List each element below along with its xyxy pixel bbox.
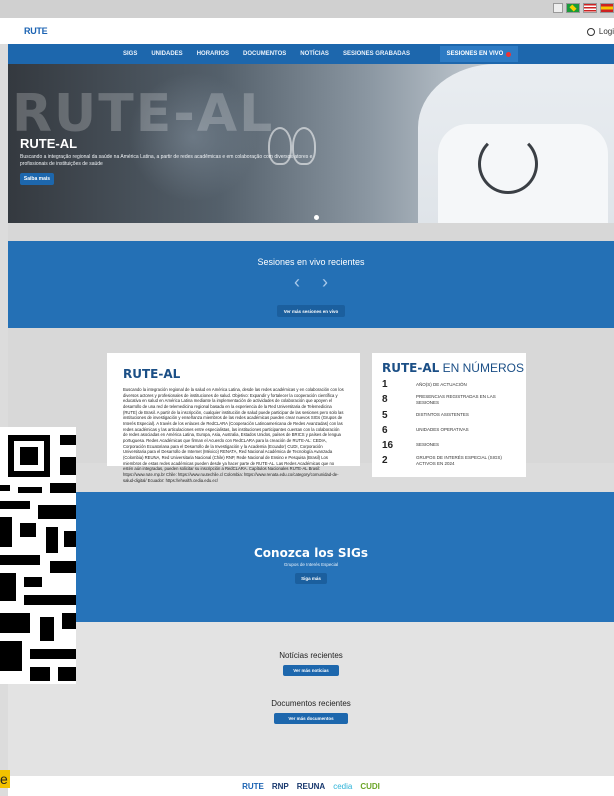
- login-link[interactable]: Logi: [586, 27, 614, 36]
- documents-section: Documentos recientes Ver más documentos: [8, 680, 614, 776]
- hero-more-button[interactable]: Saiba mais: [20, 173, 54, 185]
- user-icon: [586, 27, 595, 36]
- stat-row: 1 AÑO(S) DE ACTUACIÓN: [382, 379, 526, 390]
- login-label: Logi: [598, 27, 614, 36]
- about-card: RUTE-AL Buscando la integración regional…: [107, 353, 360, 483]
- numbers-title-rest: EN NÚMEROS: [439, 361, 524, 375]
- chevron-right-icon[interactable]: ›: [322, 273, 328, 291]
- partner-logo-reuna[interactable]: REUNA: [297, 782, 325, 791]
- stat-label: GRUPOS DE INTERÉS ESPECIAL (SIGS) ACTIVO…: [416, 454, 502, 466]
- rute-logo[interactable]: RUTE: [24, 26, 48, 36]
- chevron-left-icon[interactable]: ‹: [294, 273, 300, 291]
- hero-carousel: RUTE-AL RUTE-AL Buscando a integração re…: [8, 64, 614, 223]
- partner-logo-rnp[interactable]: RNP: [272, 782, 289, 791]
- hero-title: RUTE-AL: [20, 136, 78, 151]
- stat-row: 2 GRUPOS DE INTERÉS ESPECIAL (SIGS) ACTIV…: [382, 455, 526, 467]
- documents-title: Documentos recientes: [271, 699, 351, 708]
- hero-description: Buscando a integração regional da saúde …: [20, 154, 313, 167]
- stat-value: 8: [382, 394, 388, 406]
- spacer: [8, 223, 614, 241]
- more-news-button[interactable]: Ver más notícias: [283, 665, 339, 676]
- partner-logo-cudi[interactable]: CUDI: [360, 782, 380, 791]
- about-text: Buscando la integración regional de la s…: [123, 387, 344, 483]
- about-title: RUTE-AL: [123, 367, 181, 381]
- stat-value: 6: [382, 424, 388, 436]
- sigs-title: Conozca los SIGs: [254, 546, 368, 560]
- live-label: SESIONES EN VIVO: [446, 51, 504, 57]
- sigs-subtitle: Grupos de Interés Especial: [283, 562, 339, 567]
- nav-item-noticias[interactable]: NOTÍCIAS: [300, 51, 329, 57]
- numbers-title-bold: RUTE-AL: [382, 361, 440, 375]
- stat-row: 6 UNIDADES OPERATIVAS: [382, 425, 526, 436]
- numbers-title: RUTE-AL EN NÚMEROS: [382, 361, 526, 375]
- spain-flag-icon[interactable]: [600, 3, 614, 13]
- stat-value: 1: [382, 379, 388, 390]
- stat-value: 2: [382, 455, 388, 467]
- nav-item-sesiones-en-vivo[interactable]: SESIONES EN VIVO: [440, 46, 518, 62]
- stat-label: SESIONES: [416, 442, 440, 448]
- more-documents-button[interactable]: Ver más documentos: [274, 713, 348, 724]
- grid-icon[interactable]: [553, 3, 563, 13]
- nav-item-unidades[interactable]: UNIDADES: [151, 51, 182, 57]
- qr-code-overlay: [0, 427, 76, 684]
- nav-item-sesiones-grabadas[interactable]: SESIONES GRABADAS: [343, 51, 410, 57]
- sigs-section: Conozca los SIGs Grupos de Interés Espec…: [8, 492, 614, 622]
- stat-label: DISTINTOS ASISTENTES: [416, 412, 469, 418]
- usa-flag-icon[interactable]: [583, 3, 597, 13]
- carousel-indicator[interactable]: [314, 215, 319, 220]
- stat-row: 8 PRESENCIAS REGISTRADAS EN LAS SESIONES: [382, 394, 526, 406]
- stethoscope-icon: [478, 134, 538, 194]
- brazil-flag-icon[interactable]: [566, 3, 580, 13]
- stat-label: PRESENCIAS REGISTRADAS EN LAS SESIONES: [416, 394, 496, 405]
- stat-row: 16 SESIONES: [382, 440, 526, 451]
- nav-item-sigs[interactable]: SIGS: [123, 51, 137, 57]
- live-dot-icon: [506, 51, 512, 57]
- nav-item-documentos[interactable]: DOCUMENTOS: [243, 51, 286, 57]
- more-live-sessions-button[interactable]: Ver más sesiones en vivo: [277, 305, 345, 317]
- language-selector: [553, 3, 614, 13]
- live-sessions-title: Sesiones en vivo recientes: [257, 257, 365, 267]
- browser-top-strip: [0, 0, 614, 18]
- nav-item-horarios[interactable]: HORARIOS: [197, 51, 229, 57]
- stat-label: UNIDADES OPERATIVAS: [416, 427, 469, 433]
- live-sessions-section: Sesiones en vivo recientes ‹ › Ver más s…: [8, 241, 614, 328]
- site-header: RUTE Logi: [0, 18, 614, 44]
- partners-footer: RUTE RNP REUNA cedia CUDI: [8, 776, 614, 796]
- main-nav: SIGS UNIDADES HORARIOS DOCUMENTOS NOTÍCI…: [8, 44, 614, 64]
- partner-logo-rute[interactable]: RUTE: [242, 782, 264, 791]
- stat-value: 16: [382, 439, 394, 451]
- partner-logo-cedia[interactable]: cedia: [333, 782, 352, 791]
- sigs-more-button[interactable]: Siga más: [295, 573, 327, 584]
- stat-label: AÑO(S) DE ACTUACIÓN: [416, 381, 467, 387]
- stat-value: 5: [382, 409, 388, 421]
- edge-letter: e: [0, 770, 10, 788]
- stat-row: 5 DISTINTOS ASISTENTES: [382, 410, 526, 421]
- news-title: Notícias recientes: [279, 651, 343, 660]
- doctor-image: [418, 64, 614, 223]
- numbers-card: RUTE-AL EN NÚMEROS 1 AÑO(S) DE ACTUACIÓN …: [372, 353, 526, 477]
- news-section: Notícias recientes Ver más notícias: [8, 622, 614, 680]
- hero-watermark: RUTE-AL: [12, 84, 275, 144]
